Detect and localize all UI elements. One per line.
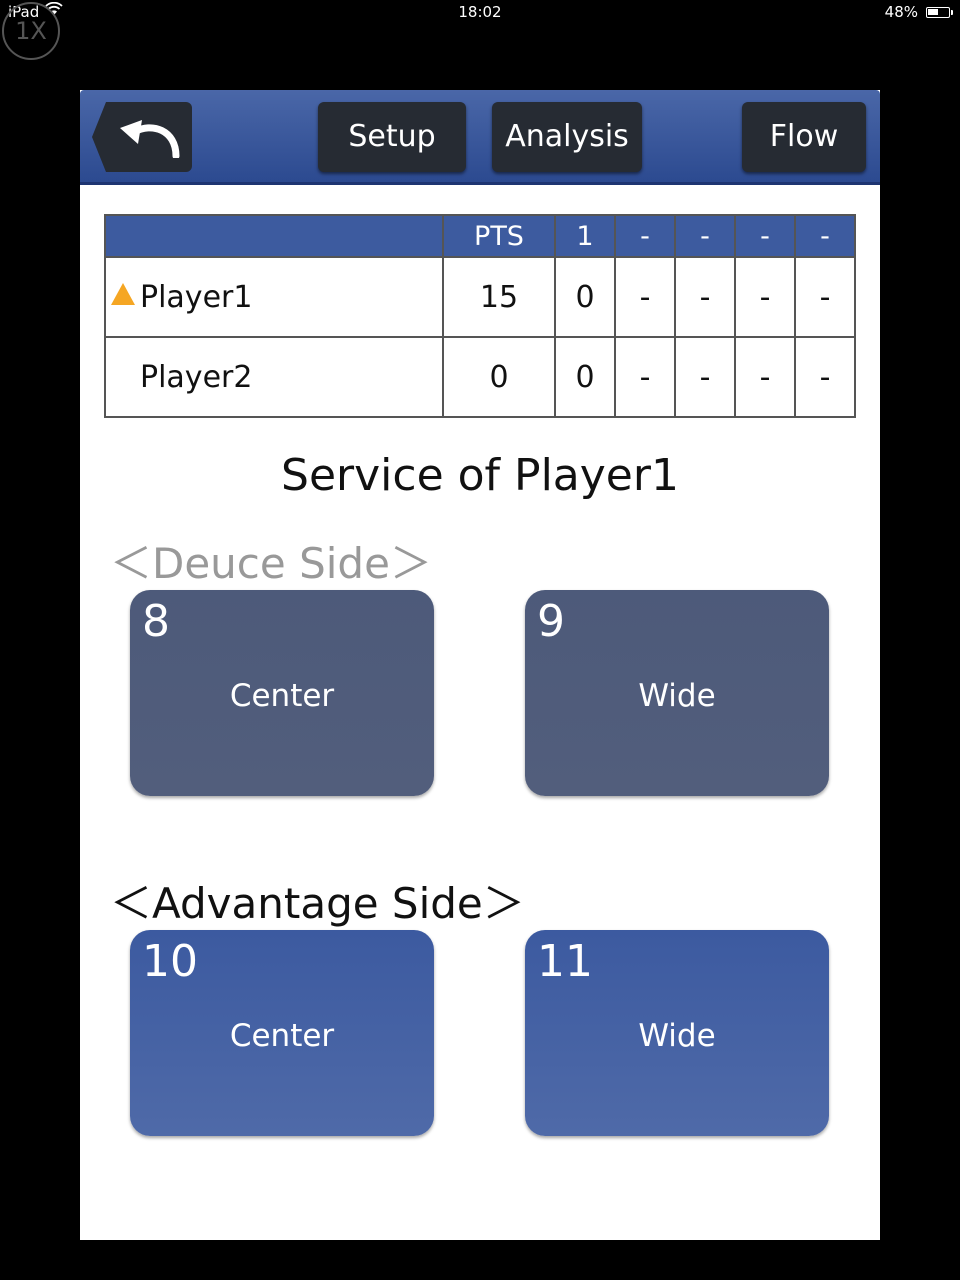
battery-percent: 48%: [884, 3, 918, 21]
header-set-2: -: [614, 214, 676, 258]
player-name: Player2: [140, 359, 253, 395]
zoom-badge[interactable]: 1X: [2, 2, 60, 60]
zone-number: 8: [142, 596, 170, 647]
toolbar: Setup Analysis Flow: [80, 90, 880, 185]
zone-label: Wide: [638, 678, 716, 714]
setup-button[interactable]: Setup: [318, 102, 466, 172]
battery-icon: [926, 7, 953, 18]
zone-number: 11: [537, 936, 593, 987]
advantage-center-button[interactable]: 10 Center: [130, 930, 434, 1136]
zone-label: Center: [229, 678, 335, 714]
advantage-side-label: ＜Advantage Side＞: [110, 879, 525, 928]
zone-number: 10: [142, 936, 198, 987]
scoreboard-header: PTS 1 - - - -: [104, 214, 856, 258]
player-name: Player1: [140, 279, 253, 315]
table-row: Player1 15 0 - - - -: [104, 256, 856, 338]
header-set-3: -: [674, 214, 736, 258]
zone-number: 9: [537, 596, 565, 647]
table-row: Player2 0 0 - - - -: [104, 336, 856, 418]
status-bar: iPad 18:02 48%: [0, 0, 960, 28]
player-name-cell: Player1: [104, 256, 444, 338]
set-score: -: [674, 336, 736, 418]
player-points: 0: [442, 336, 556, 418]
player-name-cell: Player2: [104, 336, 444, 418]
advantage-wide-button[interactable]: 11 Wide: [525, 930, 829, 1136]
clock: 18:02: [458, 3, 502, 21]
analysis-button[interactable]: Analysis: [492, 102, 642, 172]
undo-arrow-icon: [120, 120, 180, 158]
zone-label: Center: [229, 1018, 335, 1054]
set-score: -: [614, 256, 676, 338]
header-set-4: -: [734, 214, 796, 258]
set-score: 0: [554, 336, 616, 418]
set-score: -: [734, 336, 796, 418]
deuce-wide-button[interactable]: 9 Wide: [525, 590, 829, 796]
back-button[interactable]: [92, 102, 192, 172]
set-score: -: [674, 256, 736, 338]
header-set-1: 1: [554, 214, 616, 258]
header-set-5: -: [794, 214, 856, 258]
deuce-side-label: ＜Deuce Side＞: [110, 539, 432, 588]
deuce-center-button[interactable]: 8 Center: [130, 590, 434, 796]
set-score: -: [614, 336, 676, 418]
set-score: 0: [554, 256, 616, 338]
set-score: -: [794, 336, 856, 418]
player-points: 15: [442, 256, 556, 338]
header-pts: PTS: [442, 214, 556, 258]
app-window: Setup Analysis Flow PTS 1 - - - - Player…: [80, 90, 880, 1240]
zone-label: Wide: [638, 1018, 716, 1054]
flow-button[interactable]: Flow: [742, 102, 866, 172]
scoreboard: PTS 1 - - - - Player1 15 0 - - - - Playe…: [104, 214, 856, 418]
set-score: -: [734, 256, 796, 338]
header-name: [104, 214, 444, 258]
server-marker-icon: [111, 283, 135, 305]
service-title: Service of Player1: [281, 450, 679, 501]
set-score: -: [794, 256, 856, 338]
